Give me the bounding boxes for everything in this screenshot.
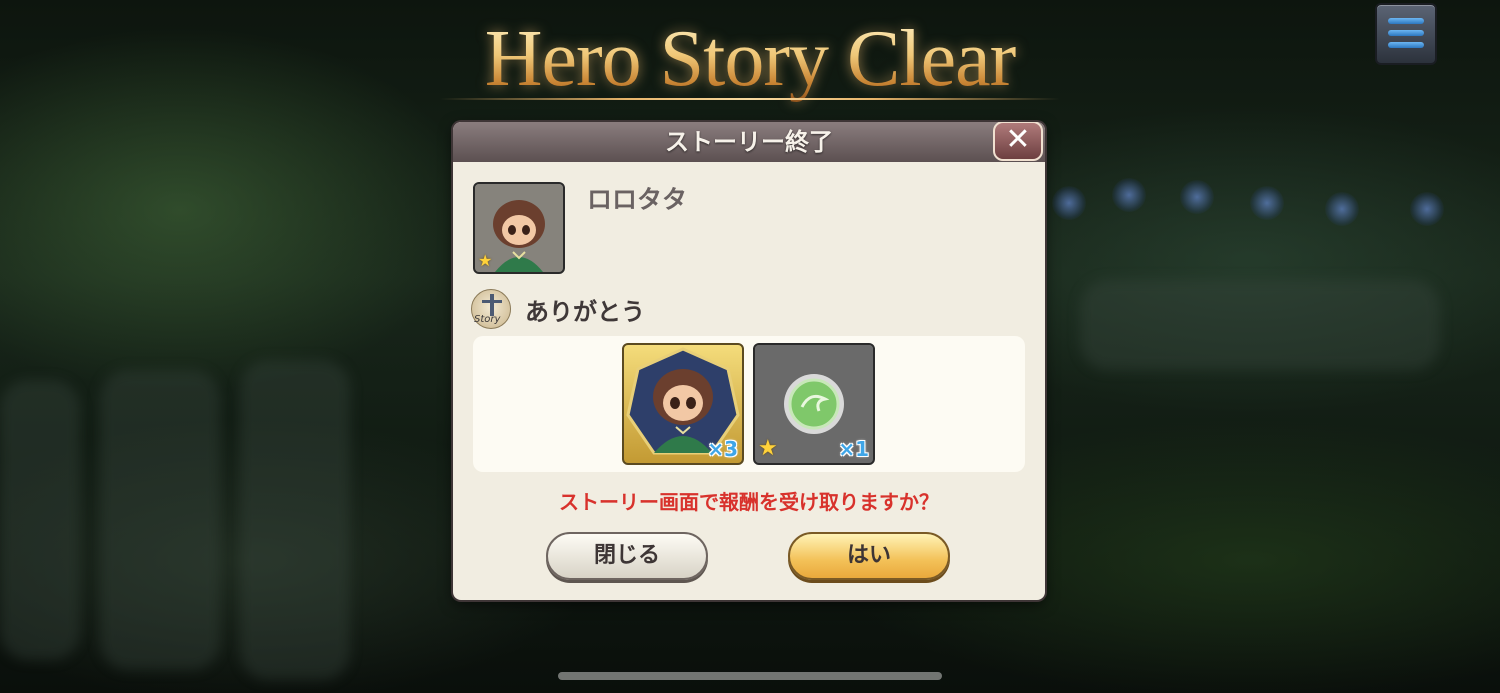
- story-complete-dialog: ストーリー終了 ✕ ★ ロロタタ Story ありがとう ×3 ★ ×1 ストー…: [453, 122, 1045, 600]
- bg-lantern: [1250, 186, 1284, 220]
- reward-quantity: ×3: [707, 437, 738, 461]
- hamburger-menu-button[interactable]: [1375, 3, 1437, 65]
- bg-lantern: [1112, 178, 1146, 212]
- bg-stone: [100, 370, 220, 670]
- title-underline: [440, 98, 1060, 100]
- home-indicator[interactable]: [558, 672, 942, 680]
- reward-item-character[interactable]: ×3: [622, 343, 744, 465]
- bg-lantern: [1180, 180, 1214, 214]
- rarity-star-icon: ★: [758, 436, 778, 461]
- story-icon: Story: [471, 289, 511, 329]
- bg-stone: [1080, 280, 1440, 370]
- story-message: ありがとう: [525, 298, 645, 326]
- bg-lantern: [1410, 192, 1444, 226]
- yes-button[interactable]: はい: [788, 532, 950, 580]
- bg-stone: [240, 360, 350, 680]
- bg-lantern: [1325, 192, 1359, 226]
- reward-quantity: ×1: [838, 437, 869, 461]
- bg-lantern: [1052, 186, 1086, 220]
- rarity-star-icon: ★: [478, 251, 493, 270]
- dialog-title: ストーリー終了: [453, 122, 1045, 162]
- bg-stone: [0, 380, 80, 660]
- character-portrait: ★: [473, 182, 565, 274]
- hero-story-clear-title: Hero Story Clear: [0, 14, 1500, 105]
- close-button[interactable]: ✕: [993, 122, 1043, 161]
- reward-list: ×3 ★ ×1: [473, 336, 1025, 472]
- reward-item-orb[interactable]: ★ ×1: [753, 343, 875, 465]
- character-name: ロロタタ: [587, 185, 688, 214]
- receive-reward-prompt: ストーリー画面で報酬を受け取りますか？: [559, 490, 939, 514]
- close-icon: ✕: [1005, 122, 1031, 157]
- close-dialog-button[interactable]: 閉じる: [546, 532, 708, 580]
